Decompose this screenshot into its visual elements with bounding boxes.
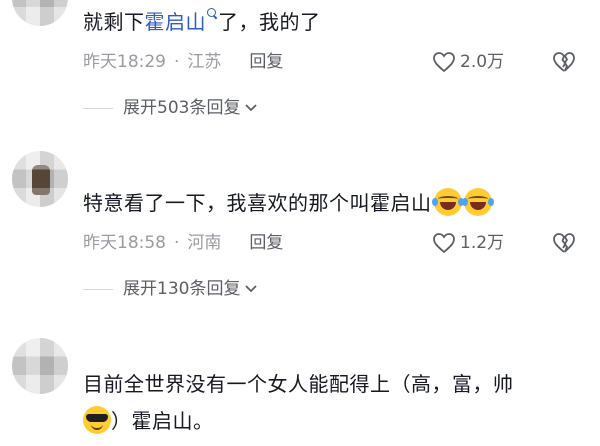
like-count: 2.0万: [460, 52, 505, 72]
chevron-down-icon: [245, 104, 258, 112]
divider-line: [83, 107, 113, 109]
cool-emoji-icon: [83, 406, 111, 434]
broken-heart-icon[interactable]: [552, 232, 576, 254]
laughing-emoji-icon: [461, 188, 494, 216]
search-keyword-link[interactable]: 霍启山: [145, 10, 207, 34]
like-button[interactable]: 1.2万: [432, 231, 504, 255]
heart-icon: [433, 233, 455, 254]
avatar[interactable]: [12, 0, 68, 26]
comment-text-line-1: 目前全世界没有一个女人能配得上（高，富，帅: [83, 367, 514, 401]
avatar[interactable]: [12, 338, 68, 394]
meta-separator: ·: [174, 233, 180, 253]
heart-icon: [433, 52, 455, 73]
comment-text-after: 了，我的了: [218, 10, 321, 34]
comment-text-body-2: ）霍启山。: [111, 409, 214, 433]
comment-text-before: 就剩下: [83, 10, 145, 34]
comment-text: 就剩下霍启山 了，我的了: [83, 5, 321, 39]
broken-heart-icon[interactable]: [552, 51, 576, 73]
reply-button[interactable]: 回复: [249, 52, 283, 72]
comment-text-body: 特意看了一下，我喜欢的那个叫霍启山: [83, 191, 432, 215]
avatar-figure: [32, 165, 50, 195]
comment-location: 江苏: [187, 52, 222, 72]
like-count: 1.2万: [460, 233, 505, 253]
divider-line: [83, 288, 113, 290]
comment-text: 特意看了一下，我喜欢的那个叫霍启山: [83, 186, 494, 220]
expand-replies-label: 展开130条回复: [123, 279, 241, 299]
expand-replies-button[interactable]: 展开503条回复: [83, 96, 258, 120]
expand-replies-label: 展开503条回复: [123, 98, 241, 118]
laughing-emoji-icon: [431, 188, 464, 216]
comment-location: 河南: [187, 233, 222, 253]
comment-time: 昨天18:58: [83, 233, 166, 253]
search-icon[interactable]: [207, 8, 218, 19]
comment-text-body: 目前全世界没有一个女人能配得上（高，富，帅: [83, 372, 514, 396]
comment-time: 昨天18:29: [83, 52, 166, 72]
chevron-down-icon: [245, 285, 258, 293]
comment-meta: 昨天18:58 · 河南 回复: [83, 231, 283, 255]
meta-separator: ·: [174, 52, 180, 72]
reply-button[interactable]: 回复: [249, 233, 283, 253]
like-button[interactable]: 2.0万: [432, 50, 504, 74]
comment-meta: 昨天18:29 · 江苏 回复: [83, 50, 283, 74]
avatar[interactable]: [12, 151, 68, 207]
expand-replies-button[interactable]: 展开130条回复: [83, 277, 258, 301]
comment-text-line-2: ）霍启山。: [83, 404, 214, 438]
